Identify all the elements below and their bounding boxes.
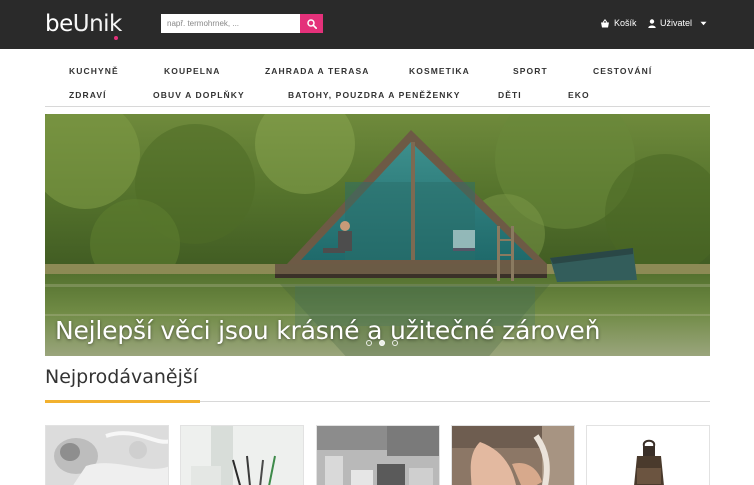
search-bar [161, 14, 323, 33]
search-input[interactable] [161, 14, 300, 33]
nav-item-kosmetika[interactable]: KOSMETIKA [409, 66, 470, 76]
site-logo[interactable]: beUnik [45, 9, 123, 40]
product-image [181, 426, 303, 485]
product-card[interactable] [316, 425, 440, 485]
slider-dot-3[interactable] [392, 340, 398, 346]
product-image [46, 426, 168, 485]
slider-dot-1[interactable] [366, 340, 372, 346]
product-image [452, 426, 574, 485]
nav-item-cestovani[interactable]: CESTOVÁNÍ [593, 66, 652, 76]
nav-item-kuchyne[interactable]: KUCHYNĚ [69, 66, 119, 76]
nav-item-deti[interactable]: DĚTI [498, 90, 522, 100]
nav-item-zdravi[interactable]: ZDRAVÍ [69, 90, 107, 100]
hero-caption: Nejlepší věci jsou krásné a užitečné zár… [55, 316, 601, 345]
product-card[interactable] [45, 425, 169, 485]
logo-unik: Unik [72, 11, 123, 37]
section-accent-bar [45, 400, 200, 403]
slider-dots [366, 340, 398, 346]
cart-link[interactable]: Košík [600, 18, 637, 28]
product-card[interactable] [586, 425, 710, 485]
logo-be: be [45, 11, 73, 37]
user-icon [648, 18, 656, 28]
caret-down-icon [700, 21, 707, 25]
logo-dot [114, 36, 118, 40]
section-title: Nejprodávanější [45, 366, 199, 388]
slider-dot-2[interactable] [379, 340, 385, 346]
nav-item-sport[interactable]: SPORT [513, 66, 548, 76]
top-header: beUnik Košík Uživatel [0, 0, 754, 49]
category-nav: KUCHYNĚ KOUPELNA ZAHRADA A TERASA KOSMET… [45, 56, 710, 107]
search-icon [306, 18, 317, 29]
hero-slider[interactable]: Nejlepší věci jsou krásné a užitečné zár… [45, 114, 710, 356]
nav-item-eko[interactable]: EKO [568, 90, 590, 100]
nav-item-koupelna[interactable]: KOUPELNA [164, 66, 221, 76]
product-card[interactable] [180, 425, 304, 485]
product-image [587, 426, 709, 485]
user-label: Uživatel [660, 18, 693, 28]
search-button[interactable] [300, 14, 323, 33]
product-card[interactable] [451, 425, 575, 485]
nav-item-zahrada[interactable]: ZAHRADA A TERASA [265, 66, 369, 76]
basket-icon [601, 18, 609, 27]
nav-item-obuv[interactable]: OBUV A DOPLŇKY [153, 90, 245, 100]
cart-label: Košík [614, 18, 637, 28]
product-image [317, 426, 439, 485]
user-menu[interactable]: Uživatel [648, 18, 707, 28]
nav-item-batohy[interactable]: BATOHY, POUZDRA A PENĚŽENKY [288, 90, 460, 100]
